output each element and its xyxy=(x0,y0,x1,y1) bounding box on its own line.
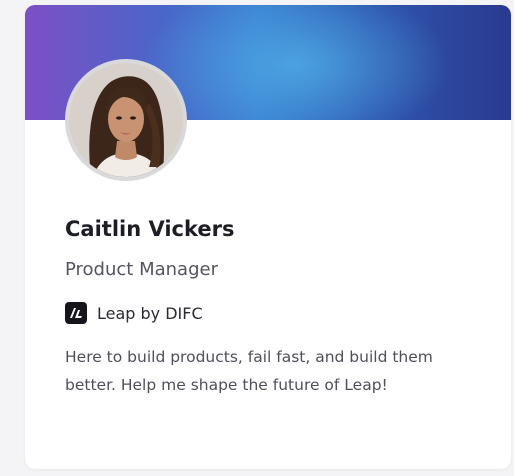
profile-bio: Here to build products, fail fast, and b… xyxy=(65,348,433,394)
organization-link[interactable]: Leap by DIFC xyxy=(65,302,203,324)
profile-card: Caitlin Vickers Product Manager Leap by … xyxy=(25,5,511,469)
profile-role: Product Manager xyxy=(65,259,218,280)
profile-name: Caitlin Vickers xyxy=(65,217,235,241)
avatar[interactable] xyxy=(65,59,187,181)
leap-logo-icon xyxy=(65,302,87,324)
organization-name: Leap by DIFC xyxy=(97,303,203,323)
avatar-photo xyxy=(69,63,183,177)
